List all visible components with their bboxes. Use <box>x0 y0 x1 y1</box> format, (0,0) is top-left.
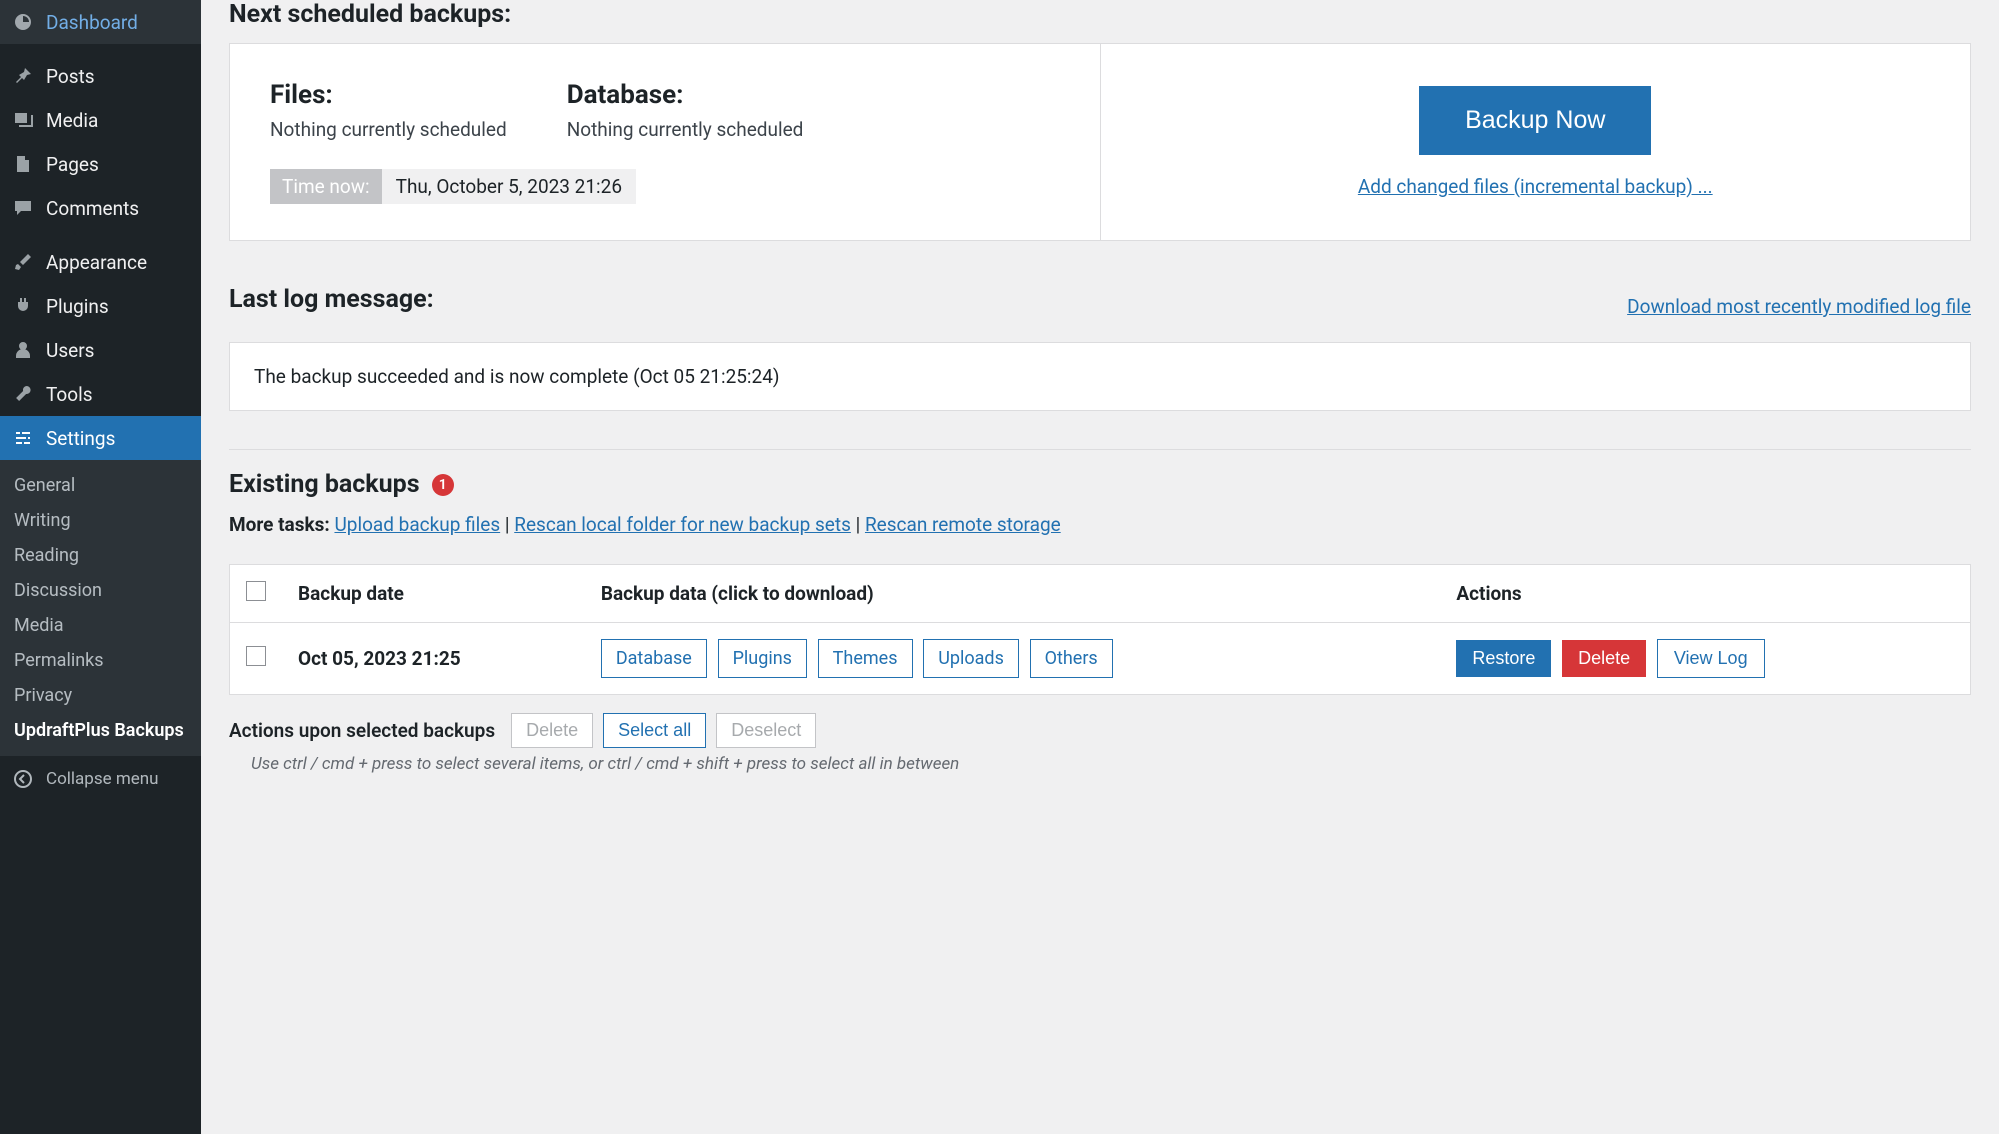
submenu-privacy[interactable]: Privacy <box>0 678 201 713</box>
admin-sidebar: Dashboard Posts Media Pages Comments App… <box>0 0 201 1134</box>
media-icon <box>10 107 36 133</box>
files-status: Nothing currently scheduled <box>270 118 507 141</box>
backup-count-badge: 1 <box>432 474 454 496</box>
th-backup-date: Backup date <box>282 565 585 623</box>
download-themes[interactable]: Themes <box>818 639 913 678</box>
existing-backups-heading: Existing backups 1 <box>229 470 1971 499</box>
backups-table: Backup date Backup data (click to downlo… <box>229 564 1971 695</box>
wrench-icon <box>10 381 36 407</box>
more-tasks-label: More tasks: <box>229 513 330 536</box>
files-schedule: Files: Nothing currently scheduled <box>270 80 507 141</box>
user-icon <box>10 337 36 363</box>
last-log-heading: Last log message: <box>229 285 434 314</box>
sidebar-label: Dashboard <box>46 11 138 34</box>
view-log-button[interactable]: View Log <box>1657 639 1765 678</box>
sidebar-item-dashboard[interactable]: Dashboard <box>0 0 201 44</box>
next-scheduled-heading: Next scheduled backups: <box>229 0 1971 29</box>
row-checkbox[interactable] <box>246 646 266 666</box>
database-label: Database: <box>567 80 804 110</box>
restore-button[interactable]: Restore <box>1456 640 1551 677</box>
th-backup-data: Backup data (click to download) <box>585 565 1441 623</box>
database-status: Nothing currently scheduled <box>567 118 804 141</box>
dashboard-icon <box>10 9 36 35</box>
comments-icon <box>10 195 36 221</box>
deselect-button[interactable]: Deselect <box>716 713 816 748</box>
sidebar-label: Users <box>46 339 94 362</box>
submenu-writing[interactable]: Writing <box>0 503 201 538</box>
time-now-value: Thu, October 5, 2023 21:26 <box>382 169 636 204</box>
collapse-icon <box>10 766 36 792</box>
download-plugins[interactable]: Plugins <box>718 639 807 678</box>
sidebar-label: Posts <box>46 65 95 88</box>
bulk-actions-label: Actions upon selected backups <box>229 719 495 742</box>
time-now: Time now: Thu, October 5, 2023 21:26 <box>270 169 636 204</box>
sidebar-item-users[interactable]: Users <box>0 328 201 372</box>
selection-hint: Use ctrl / cmd + press to select several… <box>229 754 1971 774</box>
backup-row: Oct 05, 2023 21:25 Database Plugins Them… <box>230 623 1971 695</box>
divider <box>229 449 1971 450</box>
upload-backup-link[interactable]: Upload backup files <box>334 513 500 536</box>
download-uploads[interactable]: Uploads <box>923 639 1019 678</box>
sidebar-item-tools[interactable]: Tools <box>0 372 201 416</box>
select-all-button[interactable]: Select all <box>603 713 706 748</box>
delete-button[interactable]: Delete <box>1562 640 1646 677</box>
submenu-discussion[interactable]: Discussion <box>0 573 201 608</box>
submenu-media[interactable]: Media <box>0 608 201 643</box>
more-tasks: More tasks: Upload backup files | Rescan… <box>229 513 1971 536</box>
download-others[interactable]: Others <box>1030 639 1113 678</box>
bulk-actions-row: Actions upon selected backups Delete Sel… <box>229 713 1971 748</box>
download-log-link[interactable]: Download most recently modified log file <box>1627 295 1971 318</box>
time-now-label: Time now: <box>270 169 382 204</box>
sidebar-label: Pages <box>46 153 99 176</box>
sliders-icon <box>10 425 36 451</box>
files-label: Files: <box>270 80 507 110</box>
collapse-label: Collapse menu <box>46 769 159 789</box>
sidebar-label: Appearance <box>46 251 147 274</box>
brush-icon <box>10 249 36 275</box>
main-content: Next scheduled backups: Files: Nothing c… <box>201 0 1999 1134</box>
sidebar-item-comments[interactable]: Comments <box>0 186 201 230</box>
submenu-updraftplus[interactable]: UpdraftPlus Backups <box>0 713 201 748</box>
submenu-general[interactable]: General <box>0 468 201 503</box>
pin-icon <box>10 63 36 89</box>
sidebar-item-plugins[interactable]: Plugins <box>0 284 201 328</box>
sidebar-label: Comments <box>46 197 139 220</box>
pages-icon <box>10 151 36 177</box>
rescan-local-link[interactable]: Rescan local folder for new backup sets <box>514 513 851 536</box>
plug-icon <box>10 293 36 319</box>
collapse-menu[interactable]: Collapse menu <box>0 756 201 802</box>
schedule-left: Files: Nothing currently scheduled Datab… <box>230 44 1101 240</box>
incremental-backup-link[interactable]: Add changed files (incremental backup) .… <box>1358 175 1713 198</box>
backup-date: Oct 05, 2023 21:25 <box>298 647 461 670</box>
log-message: The backup succeeded and is now complete… <box>229 342 1971 411</box>
select-all-checkbox[interactable] <box>246 581 266 601</box>
sidebar-item-pages[interactable]: Pages <box>0 142 201 186</box>
th-actions: Actions <box>1440 565 1970 623</box>
sidebar-item-posts[interactable]: Posts <box>0 54 201 98</box>
backup-now-button[interactable]: Backup Now <box>1419 86 1651 155</box>
schedule-panel: Files: Nothing currently scheduled Datab… <box>229 43 1971 241</box>
settings-submenu: General Writing Reading Discussion Media… <box>0 460 201 756</box>
sidebar-label: Plugins <box>46 295 109 318</box>
download-database[interactable]: Database <box>601 639 707 678</box>
sidebar-item-appearance[interactable]: Appearance <box>0 240 201 284</box>
sidebar-item-settings[interactable]: Settings <box>0 416 201 460</box>
sidebar-label: Tools <box>46 383 93 406</box>
submenu-permalinks[interactable]: Permalinks <box>0 643 201 678</box>
sidebar-label: Media <box>46 109 98 132</box>
bulk-delete-button[interactable]: Delete <box>511 713 593 748</box>
sidebar-item-media[interactable]: Media <box>0 98 201 142</box>
database-schedule: Database: Nothing currently scheduled <box>567 80 804 141</box>
schedule-right: Backup Now Add changed files (incrementa… <box>1101 44 1971 240</box>
rescan-remote-link[interactable]: Rescan remote storage <box>865 513 1061 536</box>
submenu-reading[interactable]: Reading <box>0 538 201 573</box>
sidebar-label: Settings <box>46 427 115 450</box>
